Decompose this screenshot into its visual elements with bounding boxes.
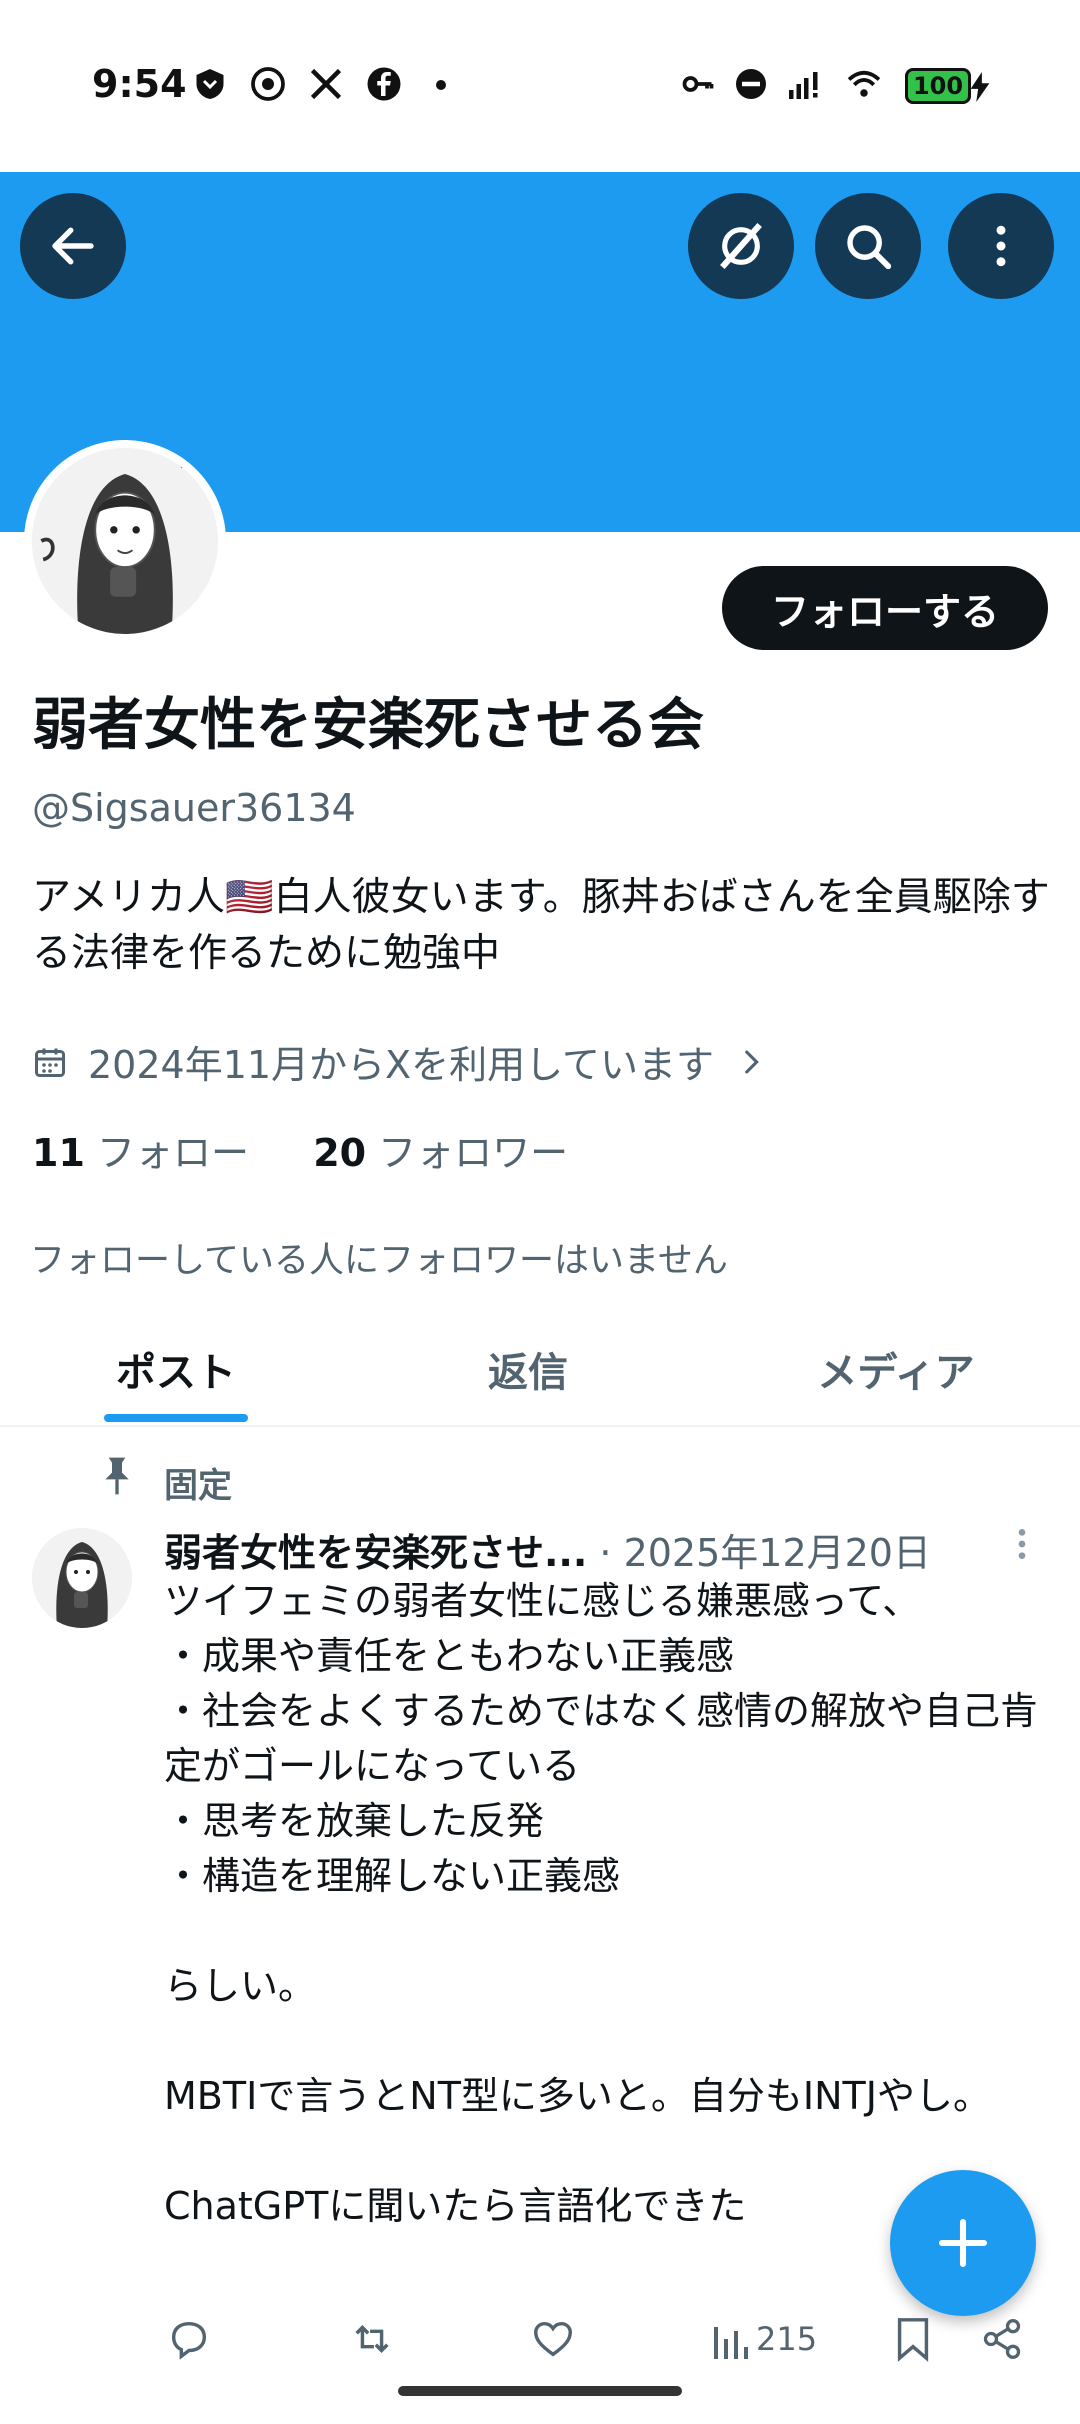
reply-icon [171,2321,207,2360]
arrow-left-icon [52,227,94,265]
search-icon [847,225,892,270]
tabs-divider [0,1425,1080,1427]
display-name: 弱者女性を安楽死させる会 [32,693,704,758]
do-not-disturb-icon [736,69,766,99]
tab-posts[interactable]: ポスト [60,1340,292,1398]
more-options-button[interactable] [948,193,1054,299]
views-button[interactable]: 215 [712,2312,817,2366]
status-time: 9:54 [92,62,187,106]
bookmark-icon [897,2318,929,2362]
share-button[interactable] [980,2312,1024,2366]
plus-icon [938,2218,988,2268]
bookmark-button[interactable] [893,2312,933,2366]
avatar-illustration [32,1528,132,1628]
calendar-icon [35,1048,65,1077]
following-link[interactable]: 11 フォロー [32,1131,249,1175]
profile-bio: アメリカ人🇺🇸白人彼女います。豚丼おばさんを全員駆除する法律を作るために勉強中 [32,875,1050,976]
repost-icon [355,2325,389,2353]
followers-link[interactable]: 20 フォロワー [313,1131,568,1175]
analytics-icon [714,2327,748,2359]
key-icon [682,76,714,92]
followers-you-know: フォローしている人にフォロワーはいません [30,1241,728,1281]
post-author-name[interactable]: 弱者女性を安楽死させ... [164,1531,587,1575]
followers-label: フォロワー [378,1131,569,1175]
reply-button[interactable] [166,2312,212,2366]
following-count: 11 [32,1131,85,1175]
heart-icon [534,2321,572,2357]
tab-replies[interactable]: 返信 [412,1340,644,1398]
tab-media[interactable]: メディア [780,1340,1012,1398]
signal-icon [789,72,818,99]
active-tab-indicator [104,1414,248,1422]
back-button[interactable] [20,193,126,299]
post-avatar[interactable] [32,1528,132,1628]
joined-date-link[interactable]: 2024年11月からXを利用しています [32,1034,768,1089]
post-date[interactable]: · 2025年12月20日 [599,1531,931,1575]
grok-icon [720,222,762,270]
repost-button[interactable] [348,2312,396,2366]
charging-icon [970,72,990,102]
home-indicator[interactable] [398,2386,682,2396]
status-bar: 9:54 100 [0,0,1080,172]
chevron-right-icon [745,1050,759,1073]
search-button[interactable] [815,193,921,299]
like-button[interactable] [530,2312,576,2366]
more-vertical-icon [1018,1529,1026,1559]
chrome-icon [251,67,285,101]
pin-icon [105,1457,129,1495]
post-more-button[interactable] [1012,1524,1032,1573]
compose-post-button[interactable] [890,2170,1036,2316]
following-label: フォロー [96,1131,249,1175]
pinned-label: 固定 [164,1466,232,1506]
view-count: 215 [756,2320,818,2358]
share-icon [983,2319,1021,2359]
post-header: 弱者女性を安楽死させ... · 2025年12月20日 [164,1522,931,1577]
battery-level: 100 [905,68,971,104]
user-handle: @Sigsauer36134 [32,786,356,830]
post-text: ツイフェミの弱者女性に感じる嫌悪感って、 ・成果や責任をともわない正義感 ・社会… [164,1579,1039,2228]
avatar[interactable] [32,448,218,634]
wifi-icon [847,70,881,97]
follow-button[interactable]: フォローする [722,566,1048,650]
followers-count: 20 [313,1131,367,1175]
avatar-illustration [32,448,218,634]
follow-counts: 11 フォロー 20 フォロワー [32,1122,568,1177]
facebook-icon [367,67,401,101]
more-notifications-dot [436,80,446,90]
joined-date-text: 2024年11月からXを利用しています [88,1043,714,1087]
grok-button[interactable] [688,193,794,299]
x-logo-icon [310,68,342,100]
more-vertical-icon [996,225,1006,267]
shield-icon [196,69,224,99]
